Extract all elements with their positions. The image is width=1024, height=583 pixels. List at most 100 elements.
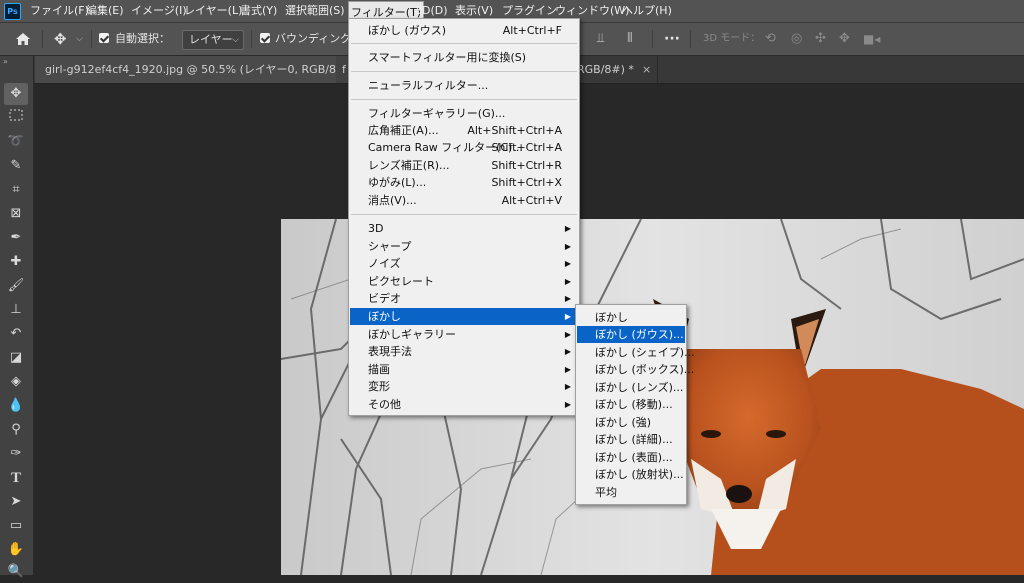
document-tab[interactable]: RGB/8#) * × bbox=[571, 56, 659, 83]
menu-item-lens-correction[interactable]: レンズ補正(R)... Shift+Ctrl+R bbox=[350, 157, 578, 174]
pen-tool-icon[interactable]: ✑ bbox=[4, 443, 28, 465]
clone-stamp-tool-icon[interactable]: ⊥ bbox=[4, 299, 28, 321]
history-brush-tool-icon[interactable]: ↶ bbox=[4, 323, 28, 345]
marquee-tool-icon[interactable] bbox=[4, 107, 28, 129]
healing-brush-tool-icon[interactable]: ✚ bbox=[4, 251, 28, 273]
document-tab[interactable]: girl-g912ef4cf4_1920.jpg @ 50.5% (レイヤー0,… bbox=[35, 56, 387, 83]
submenu-item-surface-blur[interactable]: ぼかし (表面)... bbox=[577, 449, 685, 466]
submenu-item-average[interactable]: 平均 bbox=[577, 484, 685, 501]
menu-item-neural-filters[interactable]: ニューラルフィルター... bbox=[350, 77, 578, 94]
submenu-arrow-icon: ▶ bbox=[564, 242, 571, 251]
align-bottom-icon[interactable]: ⫫ bbox=[597, 23, 604, 55]
3d-slide-icon[interactable]: ✥ bbox=[839, 23, 850, 55]
submenu-arrow-icon: ▶ bbox=[564, 365, 571, 374]
menu-item-3d[interactable]: 3D ▶ bbox=[350, 220, 578, 237]
3d-orbit-icon[interactable]: ⟲ bbox=[765, 23, 776, 55]
3d-camera-icon[interactable]: ■◂ bbox=[863, 23, 880, 55]
submenu-arrow-icon: ▶ bbox=[564, 382, 571, 391]
3d-pan-icon[interactable]: ✣ bbox=[815, 23, 826, 55]
menu-item-blur[interactable]: ぼかし ▶ bbox=[350, 308, 578, 325]
move-tool-icon[interactable]: ✥ bbox=[4, 83, 28, 105]
menu-item-pixelate[interactable]: ピクセレート ▶ bbox=[350, 273, 578, 290]
menu-item-adaptive-wide-angle[interactable]: 広角補正(A)... Alt+Shift+Ctrl+A bbox=[350, 122, 578, 139]
dodge-tool-icon[interactable]: ⚲ bbox=[4, 419, 28, 441]
type-tool-icon[interactable]: T bbox=[4, 467, 28, 489]
divider bbox=[251, 30, 252, 48]
frame-tool-icon[interactable]: ⊠ bbox=[4, 203, 28, 225]
submenu-item-box-blur[interactable]: ぼかし (ボックス)... bbox=[577, 361, 694, 378]
submenu-arrow-icon: ▶ bbox=[564, 224, 571, 233]
more-options-icon[interactable]: ··· bbox=[664, 23, 680, 55]
submenu-item-lens-blur[interactable]: ぼかし (レンズ)... bbox=[577, 379, 685, 396]
zoom-tool-icon[interactable]: 🔍 bbox=[4, 561, 28, 583]
menu-separator bbox=[351, 214, 577, 215]
home-icon[interactable] bbox=[15, 23, 31, 55]
show-transform-controls-checkbox[interactable] bbox=[260, 23, 270, 55]
distribute-icon[interactable]: ⦀ bbox=[627, 23, 633, 55]
photoshop-logo-icon: Ps bbox=[4, 3, 21, 20]
close-icon[interactable]: × bbox=[642, 63, 651, 76]
menu-item-last-filter[interactable]: ぼかし (ガウス) Alt+Ctrl+F bbox=[350, 22, 578, 39]
hand-tool-icon[interactable]: ✋ bbox=[4, 539, 28, 561]
submenu-item-blur[interactable]: ぼかし bbox=[577, 309, 685, 326]
menu-item-blur-gallery[interactable]: ぼかしギャラリー ▶ bbox=[350, 326, 578, 343]
menu-item-distort[interactable]: 変形 ▶ bbox=[350, 378, 578, 395]
divider bbox=[652, 30, 653, 48]
menu-image[interactable]: イメージ(I) bbox=[129, 0, 189, 22]
submenu-item-motion-blur[interactable]: ぼかし (移動)... bbox=[577, 396, 685, 413]
rectangle-tool-icon[interactable]: ▭ bbox=[4, 515, 28, 537]
auto-select-target-dropdown[interactable]: レイヤー ⌵ bbox=[182, 30, 244, 50]
menu-item-vanishing-point[interactable]: 消点(V)... Alt+Ctrl+V bbox=[350, 192, 578, 209]
crop-tool-icon[interactable]: ⌗ bbox=[4, 179, 28, 201]
menu-type[interactable]: 書式(Y) bbox=[238, 0, 279, 22]
submenu-item-blur-more[interactable]: ぼかし (強) bbox=[577, 414, 685, 431]
menu-item-sharpen[interactable]: シャープ ▶ bbox=[350, 238, 578, 255]
menu-layer[interactable]: レイヤー(L) bbox=[182, 0, 244, 22]
3d-roll-icon[interactable]: ◎ bbox=[791, 23, 802, 55]
blur-submenu: ぼかし ぼかし (ガウス)... ぼかし (シェイプ)... ぼかし (ボックス… bbox=[575, 304, 695, 505]
submenu-arrow-icon: ▶ bbox=[564, 259, 571, 268]
chevron-down-icon: ⌵ bbox=[232, 35, 239, 45]
submenu-item-smart-blur[interactable]: ぼかし (詳細)... bbox=[577, 431, 685, 448]
divider bbox=[42, 30, 43, 48]
3d-mode-label: 3D モード： bbox=[703, 33, 761, 44]
menu-select[interactable]: 選択範囲(S) bbox=[283, 0, 347, 22]
menu-separator bbox=[351, 71, 577, 72]
submenu-item-radial-blur[interactable]: ぼかし (放射状)... bbox=[577, 466, 685, 483]
panel-collapse-icon[interactable]: » bbox=[0, 56, 36, 68]
menu-item-convert-smart-filter[interactable]: スマートフィルター用に変換(S) bbox=[350, 49, 578, 66]
menu-item-video[interactable]: ビデオ ▶ bbox=[350, 290, 578, 307]
menu-item-other[interactable]: その他 ▶ bbox=[350, 396, 578, 413]
submenu-arrow-icon: ▶ bbox=[564, 312, 571, 321]
menu-item-camera-raw[interactable]: Camera Raw フィルター(C)... Shift+Ctrl+A bbox=[350, 139, 578, 156]
menu-edit[interactable]: 編集(E) bbox=[84, 0, 126, 22]
menu-item-stylize[interactable]: 表現手法 ▶ bbox=[350, 343, 578, 360]
brush-tool-icon[interactable]: 🖌 bbox=[4, 275, 28, 297]
eyedropper-tool-icon[interactable]: ✒ bbox=[4, 227, 28, 249]
eraser-tool-icon[interactable]: ◪ bbox=[4, 347, 28, 369]
menu-separator bbox=[351, 43, 577, 44]
move-tool-icon[interactable]: ✥ bbox=[54, 23, 67, 55]
submenu-item-shape-blur[interactable]: ぼかし (シェイプ)... bbox=[577, 344, 695, 361]
menu-separator bbox=[351, 99, 577, 100]
paint-bucket-tool-icon[interactable]: ◈ bbox=[4, 371, 28, 393]
menu-item-render[interactable]: 描画 ▶ bbox=[350, 361, 578, 378]
submenu-arrow-icon: ▶ bbox=[564, 400, 571, 409]
document-tab-label: f bbox=[342, 63, 346, 76]
chevron-down-icon[interactable]: ⌵ bbox=[76, 23, 83, 55]
menu-file[interactable]: ファイル(F) bbox=[28, 0, 91, 22]
menu-help[interactable]: ヘルプ(H) bbox=[620, 0, 674, 22]
blur-tool-icon[interactable]: 💧 bbox=[4, 395, 28, 417]
menu-item-filter-gallery[interactable]: フィルターギャラリー(G)... bbox=[350, 105, 578, 122]
path-selection-tool-icon[interactable]: ➤ bbox=[4, 491, 28, 513]
filter-menu: ぼかし (ガウス) Alt+Ctrl+F スマートフィルター用に変換(S) ニュー… bbox=[348, 18, 580, 416]
auto-select-label: 自動選択： bbox=[115, 32, 170, 45]
lasso-tool-icon[interactable]: ➰ bbox=[4, 131, 28, 153]
submenu-arrow-icon: ▶ bbox=[564, 294, 571, 303]
quick-selection-tool-icon[interactable]: ✎ bbox=[4, 155, 28, 177]
submenu-item-gaussian-blur[interactable]: ぼかし (ガウス)... bbox=[577, 326, 685, 343]
submenu-arrow-icon: ▶ bbox=[564, 347, 571, 356]
menu-item-liquify[interactable]: ゆがみ(L)... Shift+Ctrl+X bbox=[350, 174, 578, 191]
auto-select-checkbox[interactable] bbox=[99, 23, 109, 55]
menu-item-noise[interactable]: ノイズ ▶ bbox=[350, 255, 578, 272]
